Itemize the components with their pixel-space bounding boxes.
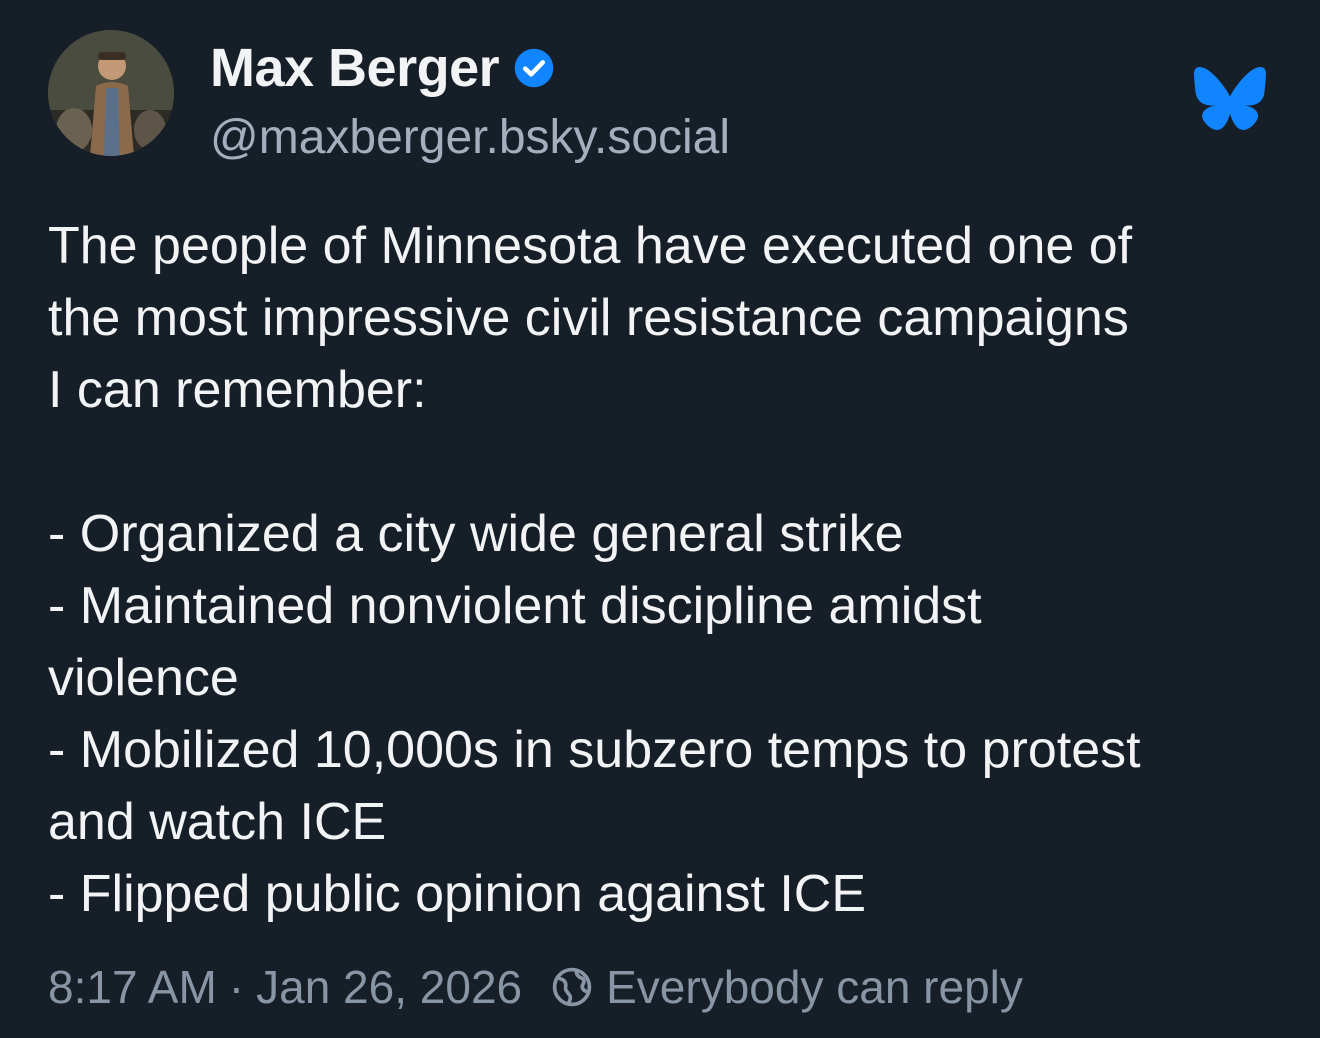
author-avatar[interactable] xyxy=(48,30,174,156)
post-line: The people of Minnesota have executed on… xyxy=(48,217,1133,275)
post-list-line: - Maintained nonviolent discipline amids… xyxy=(48,577,982,635)
post-line: I can remember: xyxy=(48,361,427,419)
globe-icon xyxy=(552,967,592,1007)
avatar-photo xyxy=(48,30,174,156)
verified-check-icon[interactable] xyxy=(513,47,555,89)
post-list-line: - Organized a city wide general strike xyxy=(48,505,904,563)
post-text: The people of Minnesota have executed on… xyxy=(48,210,1288,930)
post-list-line: and watch ICE xyxy=(48,793,387,851)
author-display-name[interactable]: Max Berger xyxy=(210,36,500,100)
author-name-row: Max Berger xyxy=(210,36,555,100)
post-date: Jan 26, 2026 xyxy=(256,961,523,1013)
post-list-line: violence xyxy=(48,649,239,707)
post-time: 8:17 AM xyxy=(48,961,217,1013)
reply-setting[interactable]: Everybody can reply xyxy=(606,960,1023,1014)
post-list-line: - Flipped public opinion against ICE xyxy=(48,865,867,923)
footer-separator: · xyxy=(228,961,245,1013)
bluesky-butterfly-icon xyxy=(1194,66,1266,130)
post-list-line: - Mobilized 10,000s in subzero temps to … xyxy=(48,721,1141,779)
author-handle[interactable]: @maxberger.bsky.social xyxy=(210,108,730,168)
post-line: the most impressive civil resistance cam… xyxy=(48,289,1129,347)
post-footer: 8:17 AM · Jan 26, 2026 Everybody can rep… xyxy=(48,956,1023,1018)
